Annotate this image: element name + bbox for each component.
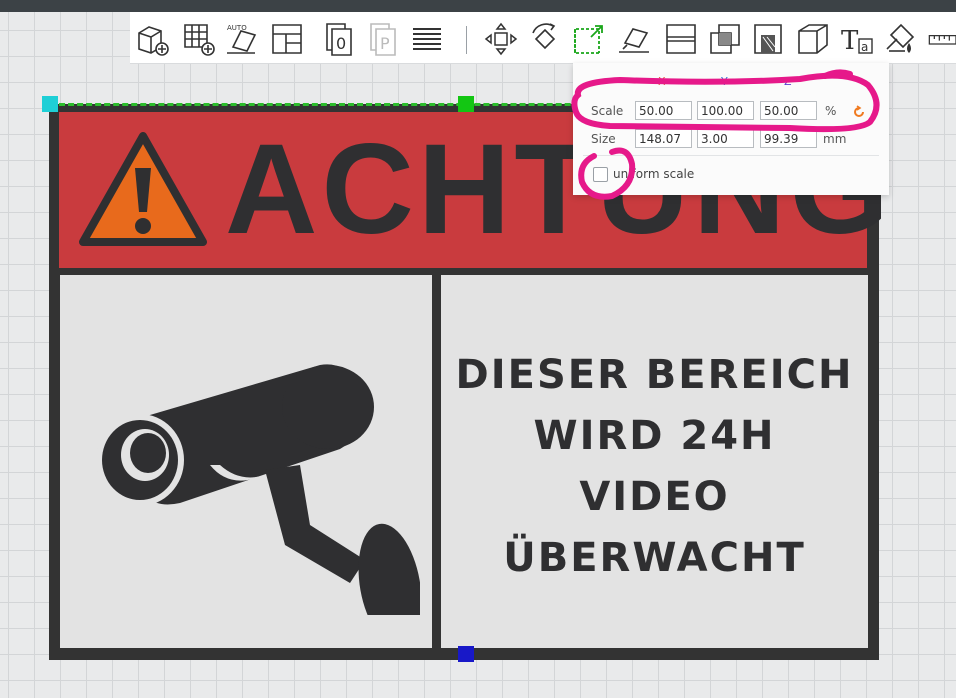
size-y-input[interactable] — [697, 129, 754, 148]
axis-z-label: Z — [784, 75, 792, 88]
rotate-icon[interactable] — [526, 20, 564, 58]
size-label: Size — [591, 132, 616, 146]
auto-label: AUTO — [227, 24, 247, 32]
message-panel: DIESER BEREICH WIRD 24H VIDEO ÜBERWACHT — [441, 275, 868, 648]
size-z-input[interactable] — [760, 129, 817, 148]
security-camera-icon — [96, 364, 420, 615]
message-line: DIESER BEREICH — [455, 352, 854, 398]
text-icon[interactable]: Ta — [838, 20, 876, 58]
plate-p-icon[interactable]: P — [364, 20, 402, 58]
scale-handle-x[interactable] — [42, 96, 58, 112]
scale-handle-z[interactable] — [458, 646, 474, 662]
svg-text:P: P — [380, 34, 390, 53]
layers-icon[interactable] — [408, 20, 446, 58]
support-paint-icon[interactable] — [750, 20, 788, 58]
lay-flat-icon[interactable] — [616, 20, 654, 58]
uniform-scale-label[interactable]: uniform scale — [613, 167, 694, 181]
message-line: ÜBERWACHT — [503, 535, 806, 581]
message-text: DIESER BEREICH WIRD 24H VIDEO ÜBERWACHT — [441, 345, 868, 589]
axis-y-label: Y — [721, 75, 728, 88]
add-box-icon[interactable] — [134, 20, 172, 58]
axis-x-label: X — [658, 75, 666, 88]
scale-z-input[interactable] — [760, 101, 817, 120]
reset-icon[interactable] — [852, 105, 866, 119]
warning-triangle-icon — [79, 132, 207, 246]
auto-arrange-icon[interactable]: AUTO — [224, 20, 262, 58]
camera-panel — [60, 275, 432, 648]
toolbar-separator — [466, 26, 467, 54]
plate-0-icon[interactable]: 0 — [320, 20, 358, 58]
scale-handle-y[interactable] — [458, 96, 474, 112]
scale-unit: % — [825, 104, 837, 118]
svg-text:a: a — [861, 40, 868, 54]
scale-label: Scale — [591, 104, 624, 118]
message-line: WIRD 24H — [533, 413, 776, 459]
box-3d-icon[interactable] — [794, 20, 832, 58]
message-line: VIDEO — [579, 474, 730, 520]
divider — [583, 155, 879, 156]
add-grid-icon[interactable] — [180, 20, 218, 58]
measure-icon[interactable] — [926, 20, 956, 58]
title-bar — [0, 0, 956, 12]
boolean-icon[interactable] — [706, 20, 744, 58]
toolbar: AUTO 0 P Ta — [130, 12, 956, 64]
svg-text:0: 0 — [336, 34, 346, 53]
cut-icon[interactable] — [662, 20, 700, 58]
size-x-input[interactable] — [635, 129, 692, 148]
scale-y-input[interactable] — [697, 101, 754, 120]
size-unit: mm — [823, 132, 847, 146]
layout-icon[interactable] — [268, 20, 306, 58]
uniform-scale-checkbox[interactable] — [593, 167, 608, 182]
scale-x-input[interactable] — [635, 101, 692, 120]
scale-panel: X Y Z Scale % Size mm uniform scale — [573, 63, 889, 195]
paint-bucket-icon[interactable] — [882, 20, 920, 58]
scale-icon[interactable] — [570, 20, 608, 58]
move-icon[interactable] — [482, 20, 520, 58]
svg-text:T: T — [841, 26, 859, 56]
